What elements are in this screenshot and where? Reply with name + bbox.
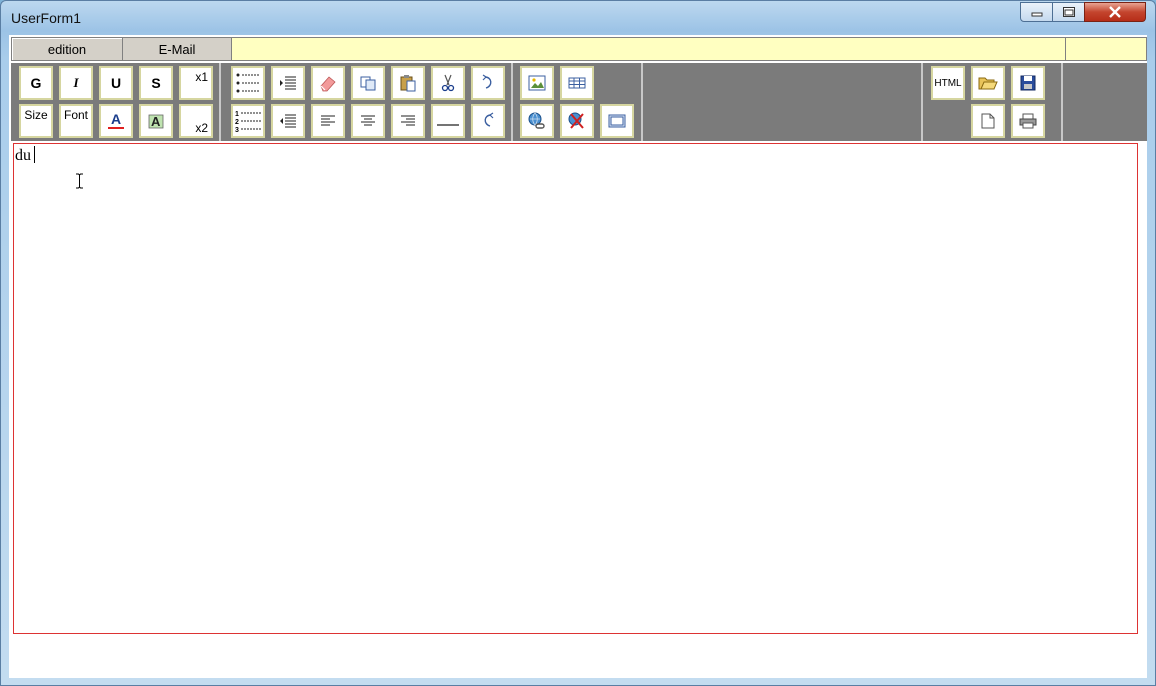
open-file-button[interactable] [971, 66, 1005, 100]
editor-content: du [15, 146, 35, 165]
tab-email[interactable]: E-Mail [123, 38, 232, 60]
align-center-icon [361, 115, 375, 126]
image-icon [528, 75, 546, 91]
text-caret [34, 146, 35, 163]
table-icon [568, 77, 586, 89]
new-document-icon [981, 113, 995, 129]
svg-text:1: 1 [235, 111, 239, 118]
indent-icon [280, 76, 296, 90]
save-button[interactable] [1011, 66, 1045, 100]
numbered-list-button[interactable]: 123 [231, 104, 265, 138]
font-color-icon: A [108, 111, 124, 129]
undo-button[interactable] [471, 104, 505, 138]
outdent-icon [280, 114, 296, 128]
redo-icon [482, 74, 492, 89]
window-title: UserForm1 [11, 10, 82, 26]
minimize-button[interactable] [1020, 2, 1053, 22]
title-bar[interactable]: UserForm1 [1, 1, 1155, 33]
svg-text:A: A [151, 114, 161, 129]
svg-text:A: A [111, 111, 121, 127]
decrease-indent-button[interactable] [271, 104, 305, 138]
maximize-button[interactable] [1052, 2, 1085, 22]
tab-edition[interactable]: edition [12, 38, 123, 60]
eraser-button[interactable] [311, 66, 345, 100]
bullet-list-icon [236, 73, 260, 93]
editor-text: du [15, 147, 31, 164]
svg-text:3: 3 [235, 127, 239, 134]
scissors-icon [441, 74, 455, 92]
horizontal-rule-button[interactable] [431, 104, 465, 138]
font-name-button[interactable]: Font [59, 104, 93, 138]
superscript-button[interactable]: x1 [179, 66, 213, 100]
highlight-color-icon: A [148, 114, 164, 129]
close-icon [1109, 6, 1121, 18]
align-left-button[interactable] [311, 104, 345, 138]
save-disk-icon [1020, 75, 1036, 91]
frame-icon [608, 114, 626, 128]
formatting-toolbar: G I U S x1 Size Font A A x2 1 2 3 HTML [11, 63, 1147, 141]
undo-icon [484, 112, 494, 127]
font-size-button[interactable]: Size [19, 104, 53, 138]
paste-icon [400, 75, 416, 92]
rich-text-editor[interactable]: du [13, 143, 1138, 634]
insert-table-button[interactable] [560, 66, 594, 100]
align-right-button[interactable] [391, 104, 425, 138]
toolbar-divider [511, 63, 513, 141]
eraser-icon [320, 76, 336, 92]
tab-bar-divider [1065, 38, 1066, 60]
new-document-button[interactable] [971, 104, 1005, 138]
toolbar-divider [219, 63, 221, 141]
horizontal-rule-icon [437, 124, 459, 126]
font-color-button[interactable]: A [99, 104, 133, 138]
insert-frame-button[interactable] [600, 104, 634, 138]
bullet-list-button[interactable] [231, 66, 265, 100]
paste-button[interactable] [391, 66, 425, 100]
cut-button[interactable] [431, 66, 465, 100]
form-client-area: edition E-Mail G I U S x1 Size Font A A … [9, 35, 1147, 678]
copy-button[interactable] [351, 66, 385, 100]
toolbar-divider [641, 63, 643, 141]
insert-link-button[interactable] [520, 104, 554, 138]
minimize-icon [1031, 12, 1042, 17]
svg-text:2: 2 [235, 119, 239, 126]
printer-icon [1019, 113, 1037, 129]
userform-window: UserForm1 edition E-Mail G I U S x1 Size… [0, 0, 1156, 686]
align-center-button[interactable] [351, 104, 385, 138]
strikethrough-button[interactable]: S [139, 66, 173, 100]
italic-button[interactable]: I [59, 66, 93, 100]
numbered-list-icon: 123 [235, 111, 261, 134]
underline-button[interactable]: U [99, 66, 133, 100]
unlink-icon [568, 112, 584, 129]
align-right-icon [401, 115, 415, 126]
increase-indent-button[interactable] [271, 66, 305, 100]
link-globe-icon [528, 112, 545, 129]
open-folder-icon [978, 77, 998, 90]
close-button[interactable] [1084, 2, 1146, 22]
highlight-color-button[interactable]: A [139, 104, 173, 138]
copy-icon [360, 76, 376, 91]
toolbar-divider [1061, 63, 1063, 141]
redo-button[interactable] [471, 66, 505, 100]
toolbar-divider [921, 63, 923, 141]
view-html-button[interactable]: HTML [931, 66, 965, 100]
insert-image-button[interactable] [520, 66, 554, 100]
maximize-icon [1062, 7, 1075, 17]
subscript-button[interactable]: x2 [179, 104, 213, 138]
align-left-icon [321, 115, 335, 126]
bold-button[interactable]: G [19, 66, 53, 100]
remove-link-button[interactable] [560, 104, 594, 138]
print-button[interactable] [1011, 104, 1045, 138]
ibeam-cursor-icon [76, 173, 83, 189]
tab-bar: edition E-Mail [11, 37, 1147, 61]
